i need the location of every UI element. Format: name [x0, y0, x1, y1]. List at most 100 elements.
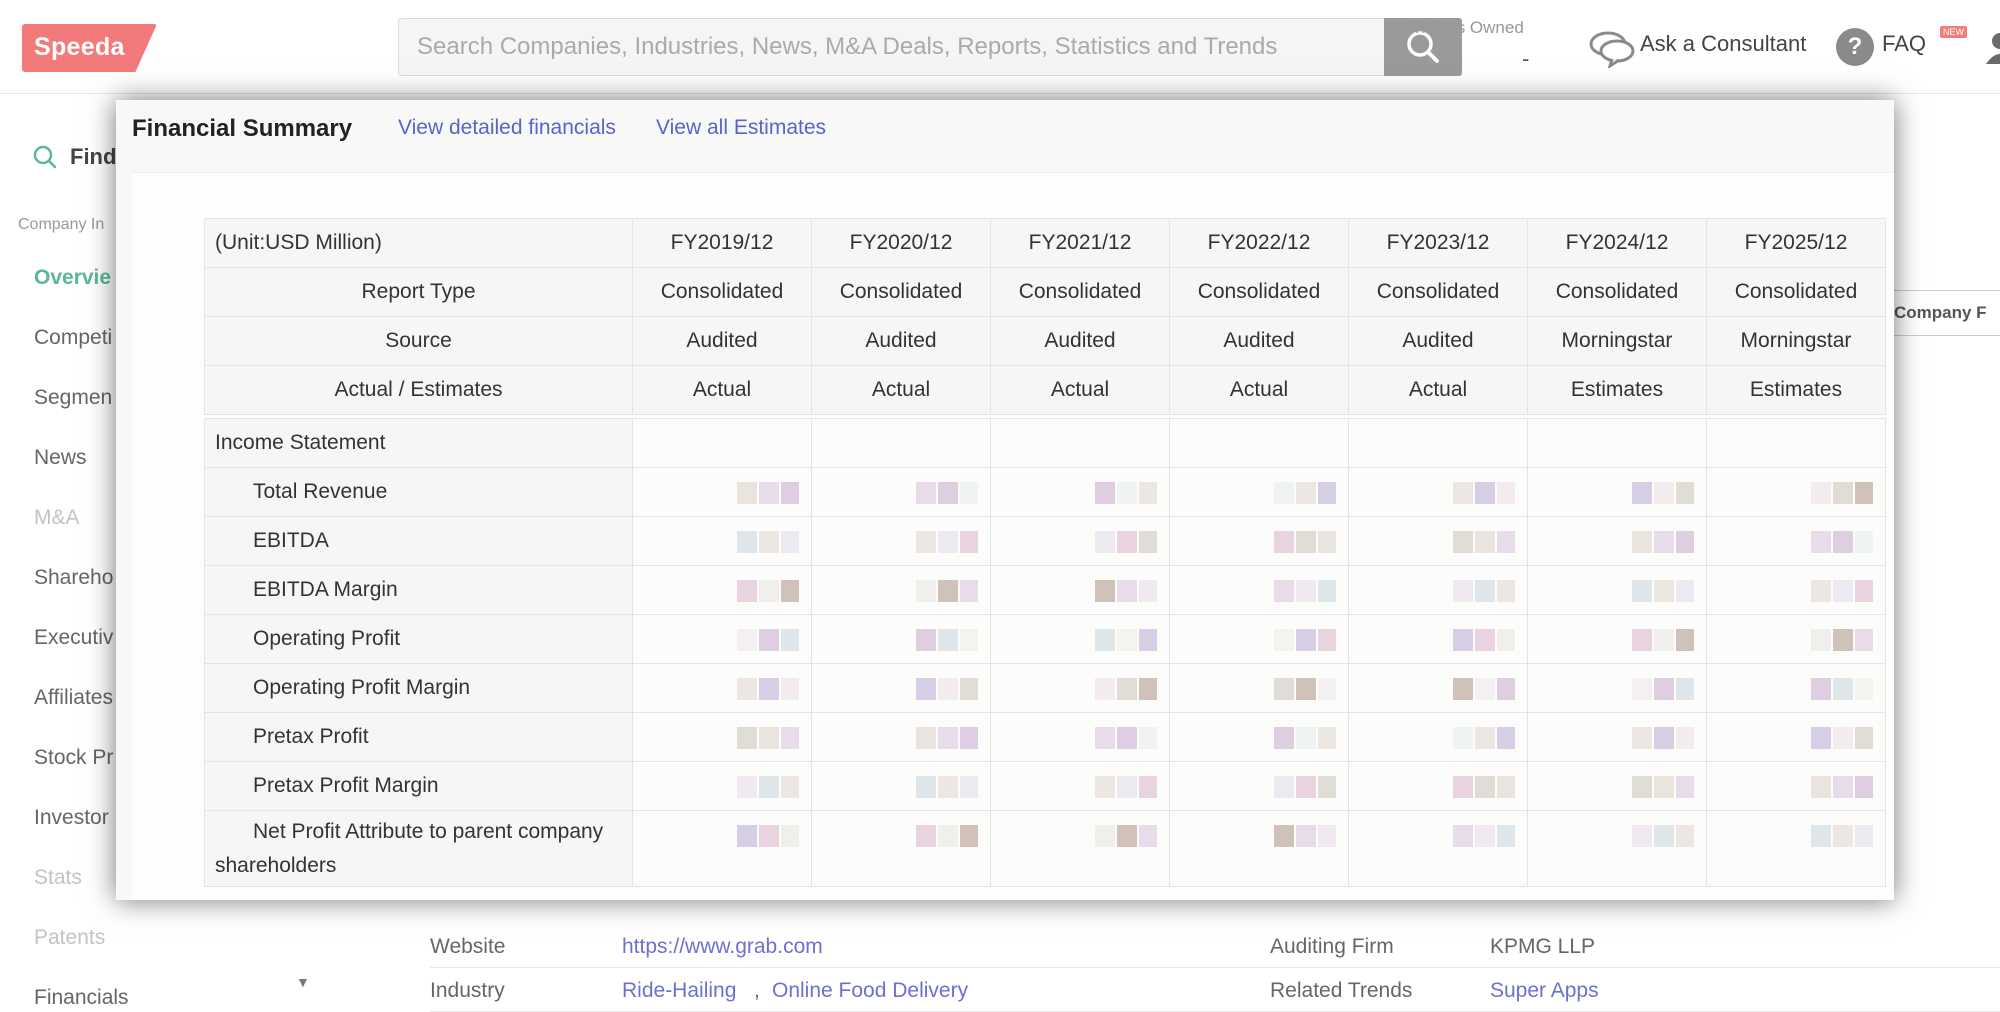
- pixelated-value-icon: [1632, 727, 1694, 749]
- industry-link[interactable]: Ride-Hailing: [622, 979, 736, 1003]
- view-all-estimates-link[interactable]: View all Estimates: [656, 116, 826, 140]
- table-row: EBITDA Margin: [204, 565, 1886, 615]
- sidebar-item[interactable]: Segmen: [34, 386, 112, 410]
- empty-cell: [811, 418, 991, 468]
- metric-label: Operating Profit Margin: [204, 663, 633, 713]
- metric-label: Net Profit Attribute to parent company s…: [204, 810, 633, 887]
- sidebar-item[interactable]: Overvie: [34, 266, 111, 290]
- pixelated-value-icon: [1632, 482, 1694, 504]
- ask-consultant-link[interactable]: Ask a Consultant: [1640, 31, 1806, 57]
- pixelated-value-icon: [737, 727, 799, 749]
- info-label: Related Trends: [1270, 979, 1413, 1002]
- sidebar-item[interactable]: Financials: [34, 986, 129, 1010]
- company-tab[interactable]: Company F: [1885, 290, 2000, 336]
- separator: ,: [754, 979, 760, 1002]
- pixelated-value-icon: [1274, 629, 1336, 651]
- obscured-value: [632, 810, 812, 887]
- metric-label: Operating Profit: [204, 614, 633, 664]
- pixelated-value-icon: [1811, 678, 1873, 700]
- chat-bubbles-icon[interactable]: [1588, 28, 1636, 68]
- pixelated-value-icon: [1811, 825, 1873, 847]
- row-label: Report Type: [204, 267, 633, 317]
- global-search[interactable]: [398, 18, 1386, 76]
- auditing-firm-value: KPMG LLP: [1490, 935, 1596, 958]
- pixelated-value-icon: [1632, 629, 1694, 651]
- pixelated-value-icon: [916, 678, 978, 700]
- sidebar-item[interactable]: Shareho: [34, 566, 113, 590]
- pixelated-value-icon: [916, 776, 978, 798]
- pixelated-value-icon: [1095, 531, 1157, 553]
- obscured-value: [1706, 516, 1886, 566]
- pixelated-value-icon: [1453, 825, 1515, 847]
- pixelated-value-icon: [1095, 776, 1157, 798]
- meta-value: Actual: [1348, 365, 1528, 415]
- meta-value: Morningstar: [1527, 316, 1707, 366]
- empty-cell: [1527, 418, 1707, 468]
- table-row: Income Statement: [204, 418, 1886, 468]
- obscured-value: [1527, 516, 1707, 566]
- info-label: Industry: [430, 979, 505, 1002]
- table-row: Operating Profit Margin: [204, 663, 1886, 713]
- user-icon[interactable]: [1984, 30, 2000, 64]
- obscured-value: [990, 761, 1170, 811]
- sidebar-item[interactable]: News: [34, 446, 87, 470]
- table-row: Total Revenue: [204, 467, 1886, 517]
- meta-value: Consolidated: [990, 267, 1170, 317]
- row-label: Source: [204, 316, 633, 366]
- obscured-value: [811, 663, 991, 713]
- obscured-value: [1706, 712, 1886, 762]
- modal-body: (Unit:USD Million) FY2019/12 FY2020/12 FY20…: [132, 172, 1894, 900]
- related-trend-link[interactable]: Super Apps: [1490, 979, 1599, 1003]
- meta-value: Actual: [1169, 365, 1349, 415]
- obscured-value: [1527, 712, 1707, 762]
- pixelated-value-icon: [1811, 776, 1873, 798]
- meta-value: Audited: [1169, 316, 1349, 366]
- sidebar-item[interactable]: Affiliates: [34, 686, 113, 710]
- pixelated-value-icon: [1811, 482, 1873, 504]
- pixelated-value-icon: [1274, 727, 1336, 749]
- pixelated-value-icon: [1632, 580, 1694, 602]
- year-header: FY2021/12: [990, 218, 1170, 268]
- obscured-value: [1169, 810, 1349, 887]
- modal-title: Financial Summary: [132, 115, 353, 142]
- obscured-value: [811, 712, 991, 762]
- obscured-value: [1348, 565, 1528, 615]
- year-header: FY2022/12: [1169, 218, 1349, 268]
- obscured-value: [1169, 516, 1349, 566]
- sidebar-item[interactable]: Stock Pr: [34, 746, 113, 770]
- obscured-value: [990, 565, 1170, 615]
- sidebar-item[interactable]: Investor: [34, 806, 109, 830]
- help-icon[interactable]: ?: [1836, 28, 1874, 66]
- pixelated-value-icon: [1095, 825, 1157, 847]
- row-label: Actual / Estimates: [204, 365, 633, 415]
- pixelated-value-icon: [1274, 776, 1336, 798]
- metric-label: EBITDA: [204, 516, 633, 566]
- obscured-value: [990, 810, 1170, 887]
- pixelated-value-icon: [1632, 531, 1694, 553]
- website-link[interactable]: https://www.grab.com: [622, 935, 823, 959]
- faq-link[interactable]: FAQ: [1882, 31, 1926, 57]
- sidebar-item[interactable]: Executiv: [34, 626, 113, 650]
- obscured-value: [811, 516, 991, 566]
- obscured-value: [1348, 712, 1528, 762]
- pixelated-value-icon: [1274, 482, 1336, 504]
- year-header: FY2019/12: [632, 218, 812, 268]
- obscured-value: [1527, 663, 1707, 713]
- info-label: Auditing Firm: [1270, 935, 1394, 958]
- pixelated-value-icon: [737, 776, 799, 798]
- obscured-value: [1527, 810, 1707, 887]
- obscured-value: [1706, 614, 1886, 664]
- table-row: Operating Profit: [204, 614, 1886, 664]
- empty-cell: [1348, 418, 1528, 468]
- view-detailed-financials-link[interactable]: View detailed financials: [398, 116, 616, 140]
- meta-value: Actual: [811, 365, 991, 415]
- obscured-value: [811, 810, 991, 887]
- sidebar-item[interactable]: Competi: [34, 326, 112, 350]
- obscured-value: [990, 614, 1170, 664]
- pixelated-value-icon: [737, 629, 799, 651]
- speeda-logo[interactable]: Speeda: [22, 24, 157, 72]
- search-input[interactable]: [399, 19, 1385, 75]
- obscured-value: [632, 467, 812, 517]
- obscured-value: [1169, 712, 1349, 762]
- industry-link[interactable]: Online Food Delivery: [772, 979, 968, 1003]
